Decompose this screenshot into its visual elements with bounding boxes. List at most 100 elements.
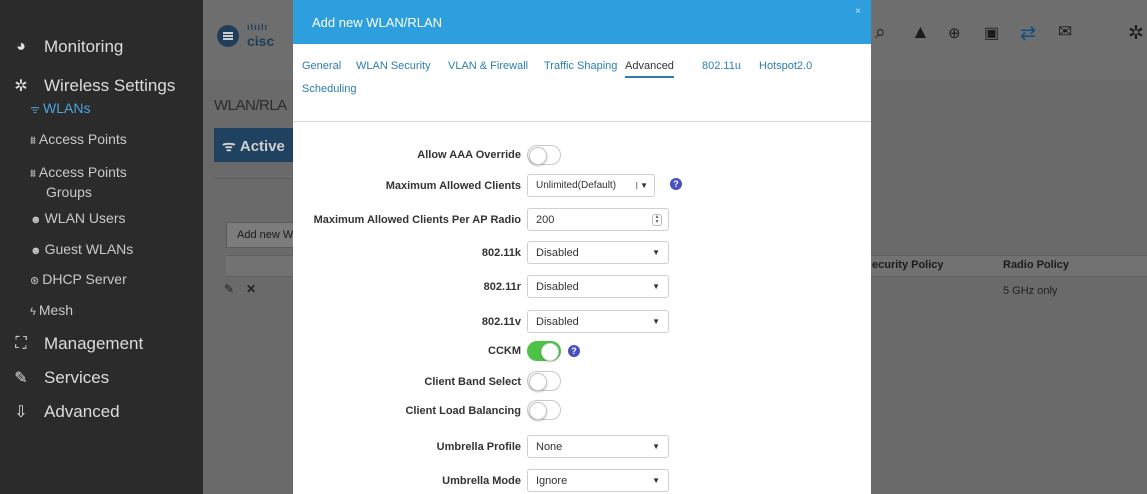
client-band-select-toggle[interactable] xyxy=(527,371,561,391)
edit-icon[interactable]: ✎ xyxy=(224,282,234,296)
access-point-icon: ⩩ xyxy=(30,135,36,147)
sidebar-item-access-points-groups[interactable]: ⩩ Access Points Groups xyxy=(30,163,127,201)
table-cell-radio-policy: 5 GHz only xyxy=(1003,285,1058,297)
gear-icon: ✲ xyxy=(14,78,28,95)
nav-label: Monitoring xyxy=(44,37,124,56)
sidebar-item-label: Access Points xyxy=(38,131,127,147)
wifi-icon: ᯤ xyxy=(222,138,240,155)
nav-services[interactable]: ✎ Services xyxy=(10,368,109,388)
tab-vlan-firewall[interactable]: VLAN & Firewall xyxy=(448,60,528,72)
select-value: Ignore xyxy=(536,475,568,487)
chevron-down-icon: ▼ xyxy=(652,442,660,451)
modal-title: Add new WLAN/RLAN xyxy=(312,15,443,30)
allow-aaa-override-label: Allow AAA Override xyxy=(417,149,521,161)
dashboard-icon: ◕ xyxy=(16,38,26,55)
dot11r-select[interactable]: Disabled ▼ xyxy=(527,275,669,298)
sidebar-item-dhcp-server[interactable]: ⊛ DHCP Server xyxy=(30,270,127,290)
tab-80211u[interactable]: 802.11u xyxy=(702,60,741,72)
stepper-icon[interactable]: ▴ ▾ xyxy=(652,214,662,226)
select-value: Disabled xyxy=(536,281,579,293)
tab-active[interactable]: ᯤ Active xyxy=(214,128,294,162)
dot11v-label: 802.11v xyxy=(481,316,521,328)
menu-icon[interactable] xyxy=(217,25,239,47)
modal-header: Add new WLAN/RLAN × xyxy=(293,0,871,44)
chevron-down-icon: ▼ xyxy=(652,282,660,291)
alert-icon[interactable]: ▲ xyxy=(911,22,930,44)
select-value: Unlimited(Default) xyxy=(536,180,617,191)
sidebar-item-label: WLANs xyxy=(43,100,91,116)
sidebar-item-guest-wlans[interactable]: ☻ Guest WLANs xyxy=(30,240,133,260)
tab-general[interactable]: General xyxy=(302,60,341,72)
sidebar-item-label: Access Points xyxy=(38,164,127,180)
max-clients-label: Maximum Allowed Clients xyxy=(385,180,521,192)
nav-monitoring[interactable]: ◕ Monitoring xyxy=(10,37,123,57)
max-clients-per-radio-label: Maximum Allowed Clients Per AP Radio xyxy=(313,214,521,226)
max-clients-select[interactable]: Unlimited(Default) | ▼ xyxy=(527,174,655,197)
chevron-down-icon: ▼ xyxy=(652,248,660,257)
chevron-down-icon: ▼ xyxy=(652,476,660,485)
select-value: Disabled xyxy=(536,316,579,328)
help-icon[interactable]: ? xyxy=(568,345,580,357)
transfer-icon[interactable]: ⇄ xyxy=(1020,22,1036,45)
umbrella-profile-label: Umbrella Profile xyxy=(436,441,521,453)
dot11r-label: 802.11r xyxy=(483,281,521,293)
nav-label: Management xyxy=(44,334,144,353)
sidebar: ◕ Monitoring ✲ Wireless Settings ᯤ WLANs … xyxy=(0,0,203,494)
sidebar-item-label: WLAN Users xyxy=(44,210,126,226)
max-clients-per-radio-input[interactable]: 200 ▴ ▾ xyxy=(527,208,669,231)
download-circle-icon[interactable]: ⊕ xyxy=(948,24,961,42)
input-value: 200 xyxy=(536,214,555,226)
mesh-icon: ϟ xyxy=(30,306,36,318)
settings-icon[interactable]: ✲ xyxy=(1128,22,1144,45)
dot11k-select[interactable]: Disabled ▼ xyxy=(527,241,669,264)
tab-hotspot20[interactable]: Hotspot2.0 xyxy=(759,60,812,72)
sidebar-item-wlans[interactable]: ᯤ WLANs xyxy=(30,99,91,119)
search-icon[interactable]: ⌕ xyxy=(875,22,886,44)
tab-wlan-security[interactable]: WLAN Security xyxy=(356,60,431,72)
client-load-balancing-toggle[interactable] xyxy=(527,400,561,420)
cckm-label: CCKM xyxy=(488,345,521,357)
sidebar-item-label: Guest WLANs xyxy=(44,241,134,257)
sitemap-icon: ⛶ xyxy=(15,335,27,352)
allow-aaa-override-toggle[interactable] xyxy=(527,145,561,165)
users-icon: ☻ xyxy=(30,245,42,257)
sidebar-item-wlan-users[interactable]: ☻ WLAN Users xyxy=(30,209,125,229)
breadcrumb: WLAN/RLA xyxy=(214,97,287,114)
sidebar-item-label: DHCP Server xyxy=(42,271,127,287)
sidebar-item-access-points[interactable]: ⩩ Access Points xyxy=(30,130,127,150)
modal-tabs: General WLAN Security VLAN & Firewall Tr… xyxy=(293,44,871,122)
sidebar-item-mesh[interactable]: ϟ Mesh xyxy=(30,301,73,321)
close-icon[interactable]: × xyxy=(855,6,861,17)
save-icon[interactable]: ▣ xyxy=(984,23,999,43)
tab-scheduling[interactable]: Scheduling xyxy=(302,83,356,95)
tab-advanced[interactable]: Advanced xyxy=(625,60,674,78)
nav-label: Services xyxy=(44,368,110,387)
column-header-security-policy: ecurity Policy xyxy=(872,259,944,271)
tab-traffic-shaping[interactable]: Traffic Shaping xyxy=(544,60,617,72)
dot11v-select[interactable]: Disabled ▼ xyxy=(527,310,669,333)
access-point-icon: ⩩ xyxy=(30,168,36,180)
users-icon: ☻ xyxy=(30,214,42,226)
delete-icon[interactable]: ✕ xyxy=(246,282,256,296)
cckm-toggle[interactable] xyxy=(527,341,561,361)
chevron-down-icon: ▼ xyxy=(652,317,660,326)
column-header-radio-policy: Radio Policy xyxy=(1003,259,1070,271)
nav-wireless-settings[interactable]: ✲ Wireless Settings xyxy=(10,76,175,96)
dhcp-icon: ⊛ xyxy=(30,275,40,287)
umbrella-mode-select[interactable]: Ignore ▼ xyxy=(527,469,669,492)
divider xyxy=(214,178,294,179)
sidebar-item-label: Groups xyxy=(46,184,92,200)
wrench-icon: ✎ xyxy=(14,370,28,387)
add-wlan-modal: Add new WLAN/RLAN × General WLAN Securit… xyxy=(293,0,871,494)
nav-management[interactable]: ⛶ Management xyxy=(10,334,143,354)
umbrella-profile-select[interactable]: None ▼ xyxy=(527,435,669,458)
nav-advanced[interactable]: ⇩ Advanced xyxy=(10,402,119,422)
dot11k-label: 802.11k xyxy=(481,247,521,259)
mail-icon[interactable]: ✉ xyxy=(1058,22,1072,42)
add-new-wlan-button[interactable]: Add new WLA xyxy=(226,222,296,248)
client-load-balancing-label: Client Load Balancing xyxy=(405,405,521,417)
sidebar-item-label: Mesh xyxy=(38,302,74,318)
umbrella-mode-label: Umbrella Mode xyxy=(442,475,521,487)
help-icon[interactable]: ? xyxy=(670,178,682,190)
nav-label: Wireless Settings xyxy=(44,76,176,95)
